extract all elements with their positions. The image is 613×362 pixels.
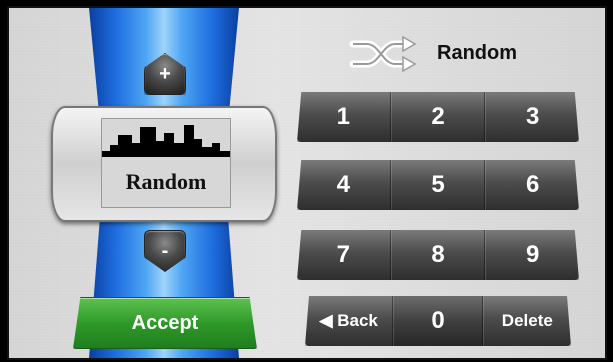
key-6[interactable]: 6: [485, 160, 579, 210]
preset-display: Random: [51, 106, 277, 222]
key-4[interactable]: 4: [297, 160, 391, 210]
key-5[interactable]: 5: [390, 160, 486, 210]
delete-button[interactable]: Delete: [482, 296, 571, 346]
screen: + Random - Accept Random 1 2 3 4 5 6 7 8…: [7, 6, 607, 360]
minus-icon: -: [161, 239, 169, 262]
accept-label: Accept: [131, 311, 199, 334]
preset-name: Random: [125, 169, 207, 194]
keypad-row: 7 8 9: [297, 230, 579, 280]
keypad-row: ◀ Back 0 Delete: [305, 296, 571, 346]
accept-button[interactable]: Accept: [73, 297, 257, 349]
key-3[interactable]: 3: [485, 92, 579, 142]
preset-display-inner: Random: [101, 118, 231, 208]
skyline-icon: [102, 125, 230, 157]
key-0[interactable]: 0: [393, 296, 483, 346]
key-9[interactable]: 9: [485, 230, 579, 280]
plus-icon: +: [159, 62, 171, 85]
keypad-row: 4 5 6: [297, 160, 579, 210]
back-button[interactable]: ◀ Back: [305, 296, 394, 346]
key-1[interactable]: 1: [297, 92, 391, 142]
key-8[interactable]: 8: [390, 230, 486, 280]
shuffle-icon: [349, 35, 417, 73]
mode-title: Random: [437, 42, 517, 64]
key-2[interactable]: 2: [390, 92, 486, 142]
keypad-row: 1 2 3: [297, 92, 579, 142]
key-7[interactable]: 7: [297, 230, 391, 280]
